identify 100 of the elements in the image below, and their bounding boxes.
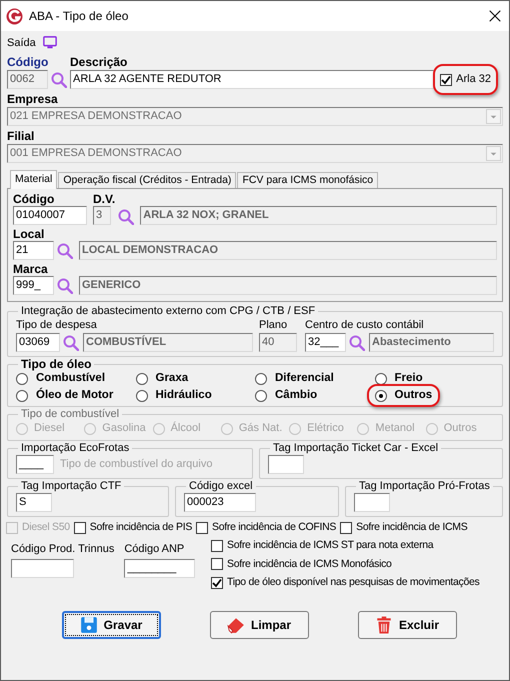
checkbox-label: Tipo de óleo disponível nas pesquisas de movimentações [227,575,480,590]
field-label: Marca [13,262,49,276]
field-label: Empresa [7,92,59,106]
search-icon[interactable] [57,278,73,294]
radio-label: Câmbio [275,388,318,403]
group-title: Tipo de óleo [20,358,92,371]
field-label: D.V. [93,192,116,206]
group-title: Código excel [188,480,254,493]
field-label: Código Prod. Trinnus [11,542,114,556]
search-icon[interactable] [51,72,67,88]
checkbox-label: Diesel S50 [22,520,70,535]
field-label: Plano [259,318,288,332]
field-label: Local [13,227,46,241]
input-field[interactable]: LOCAL DEMONSTRACAO [79,241,497,260]
input-field[interactable]: 03069 [16,333,60,352]
radio-label: Hidráulico [156,388,212,403]
input-field[interactable]: Abastecimento [369,333,494,352]
checkbox-label: Sofre incidência de ICMS [356,520,468,535]
menu-item[interactable]: Saída [7,34,36,52]
search-icon[interactable] [118,209,134,225]
checkbox[interactable] [211,540,223,552]
field-label: Centro de custo contábil [305,318,425,332]
input-field[interactable] [268,455,304,474]
eraser-icon [226,616,245,634]
checkbox-label: Sofre incidência de PIS [90,520,192,535]
radio-label: Óleo de Motor [36,386,114,403]
field-label: Código [13,192,56,206]
window-title: ABA - Tipo de óleo [29,8,130,25]
search-icon[interactable] [349,334,365,350]
checkbox-label: Arla 32 [456,72,491,88]
input-field[interactable]: 0062 [7,70,48,89]
checkbox[interactable] [196,522,208,534]
radio-button[interactable] [255,372,267,384]
checkbox[interactable] [74,522,86,534]
input-field[interactable] [354,493,390,512]
tab[interactable]: Operação fiscal (Créditos - Entrada) [58,172,236,188]
radio-button[interactable] [136,390,148,402]
input-field[interactable]: COMBUSTÍVEL [83,333,253,352]
checkbox-label: Sofre incidência de ICMS Monofásico [227,556,392,572]
checkbox[interactable] [211,577,223,590]
radio-label: Gasolina [102,421,146,436]
radio-label: Álcool [170,420,201,436]
input-field[interactable]: 000023 [184,493,256,512]
input-field[interactable]: GENERICO [79,276,497,295]
search-icon[interactable] [63,334,79,350]
input-field[interactable]: 3 [93,206,111,225]
radio-button[interactable] [374,390,386,402]
radio-button[interactable] [255,390,267,402]
radio-label: Elétrico [307,421,344,436]
search-icon[interactable] [57,242,73,258]
tab[interactable]: Material [10,170,58,189]
input-field[interactable]: S [16,493,52,512]
clear-button[interactable]: Limpar [210,611,308,639]
radio-label: Outros [394,388,432,403]
checkbox-label: Sofre incidência de ICMS ST para nota externa [227,538,434,553]
checkbox[interactable] [440,74,452,86]
input-field[interactable]: ARLA 32 AGENTE REDUTOR [70,70,434,89]
input-field[interactable]: ARLA 32 NOX; GRANEL [140,206,497,225]
field-label: Tipo de despesa [16,318,98,332]
group-title: Importação EcoFrotas [20,442,130,455]
group-title: Integração de abastecimento externo com CPG / CTB / ESF [20,305,316,318]
group-title: Tag Importação Pró-Frotas [358,480,491,493]
radio-button[interactable] [374,372,386,384]
field-label: Código [7,55,50,69]
close-icon [489,10,501,22]
input-field[interactable]: 999_ [13,276,54,295]
radio-label: Graxa [156,370,188,386]
save-button[interactable]: Gravar [62,611,160,639]
checkbox[interactable] [340,522,352,534]
input-field[interactable]: 40 [259,333,297,352]
trash-can-icon [374,616,393,634]
checkbox-label: Sofre incidência de COFINS [212,520,336,535]
radio-label: Gás Nat. [238,421,282,436]
checkbox[interactable] [211,558,223,570]
radio-label: Outros [444,421,477,436]
radio-button[interactable] [16,372,28,384]
input-field[interactable] [11,558,74,578]
input-field[interactable]: 21 [13,241,54,260]
input-field[interactable]: ____ [16,455,54,474]
radio-button[interactable] [16,390,28,402]
group-title: Tipo de combustível [20,408,120,421]
group-title: Tag Importação Ticket Car - Excel [272,442,440,455]
radio-label: Diferencial [275,370,334,386]
hint-text: Tipo de combustível do arquivo [60,457,212,472]
field-label: Descrição [70,55,128,69]
group-title: Tag Importação CTF [20,480,122,493]
input-field[interactable]: 01040007 [13,206,87,225]
radio-label: Combustível [36,370,106,386]
radio-label: Diesel [34,421,65,436]
tab[interactable]: FCV para ICMS monofásico [237,172,378,188]
radio-label: Metanol [375,421,415,436]
monitor-icon [42,36,58,50]
radio-button[interactable] [136,372,148,384]
input-field[interactable]: 32___ [305,333,346,352]
field-label: Filial [7,129,36,143]
input-field[interactable]: ________ [124,558,196,578]
delete-button[interactable]: Excluir [358,611,456,639]
radio-label: Freio [394,370,423,386]
field-label: Código ANP [124,542,186,556]
app-logo-icon [6,8,23,24]
